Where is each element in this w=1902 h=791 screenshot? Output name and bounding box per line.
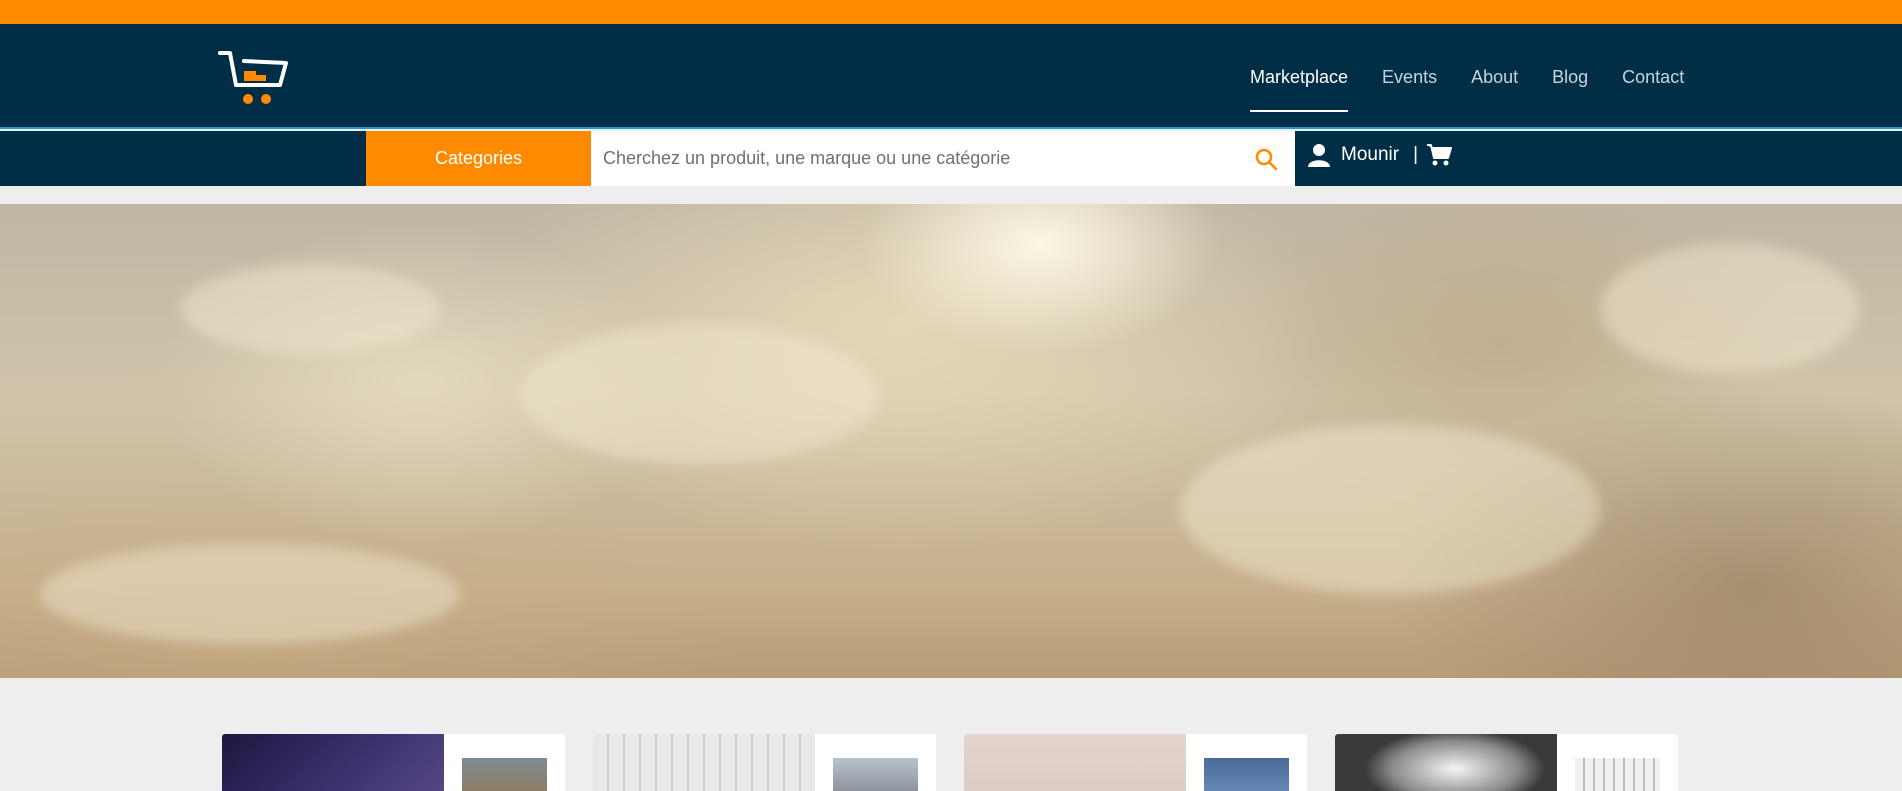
cloud-shape: [1180, 424, 1600, 594]
user-area: Mounir |: [1307, 143, 1453, 167]
separator: |: [1413, 144, 1419, 165]
blue-sky-tower-photo: [1204, 758, 1289, 791]
nav-marketplace[interactable]: Marketplace: [1250, 67, 1349, 112]
hero-banner-image: [0, 204, 1902, 678]
cloud-shape: [40, 544, 460, 644]
city-street-photo: [462, 758, 547, 791]
bridge-night-photo: [222, 734, 444, 791]
main-nav: Marketplace Events About Blog Contact: [1250, 67, 1718, 112]
product-card[interactable]: [1335, 734, 1678, 791]
cloud-shape: [180, 264, 440, 354]
featured-cards: [222, 734, 1706, 791]
cloud-shape: [520, 324, 880, 464]
user-name[interactable]: Mounir: [1341, 144, 1399, 166]
city-skyline-photo: [833, 758, 918, 791]
nav-events[interactable]: Events: [1382, 67, 1437, 91]
nav-contact[interactable]: Contact: [1622, 67, 1684, 91]
cloud-shape: [1600, 244, 1860, 374]
letterpress-photo: [1575, 758, 1660, 791]
shopping-cart-logo-icon[interactable]: [218, 49, 290, 107]
top-accent-stripe: [0, 0, 1902, 24]
user-icon[interactable]: [1307, 143, 1331, 167]
categories-button[interactable]: Categories: [366, 131, 591, 186]
cart-icon[interactable]: [1426, 143, 1453, 167]
nav-about[interactable]: About: [1471, 67, 1518, 91]
typography-sketch-photo: [593, 734, 815, 791]
black-white-clouds-photo: [1335, 734, 1557, 791]
product-card[interactable]: [222, 734, 565, 791]
search-bar-row: Categories Mounir |: [0, 131, 1902, 186]
product-card[interactable]: [593, 734, 936, 791]
search-box: [591, 131, 1295, 186]
search-input[interactable]: [591, 131, 1231, 186]
site-header: Marketplace Events About Blog Contact: [0, 24, 1902, 129]
product-card[interactable]: [964, 734, 1307, 791]
pink-wall-photo: [964, 734, 1186, 791]
search-icon[interactable]: [1253, 146, 1279, 172]
nav-blog[interactable]: Blog: [1552, 67, 1588, 91]
